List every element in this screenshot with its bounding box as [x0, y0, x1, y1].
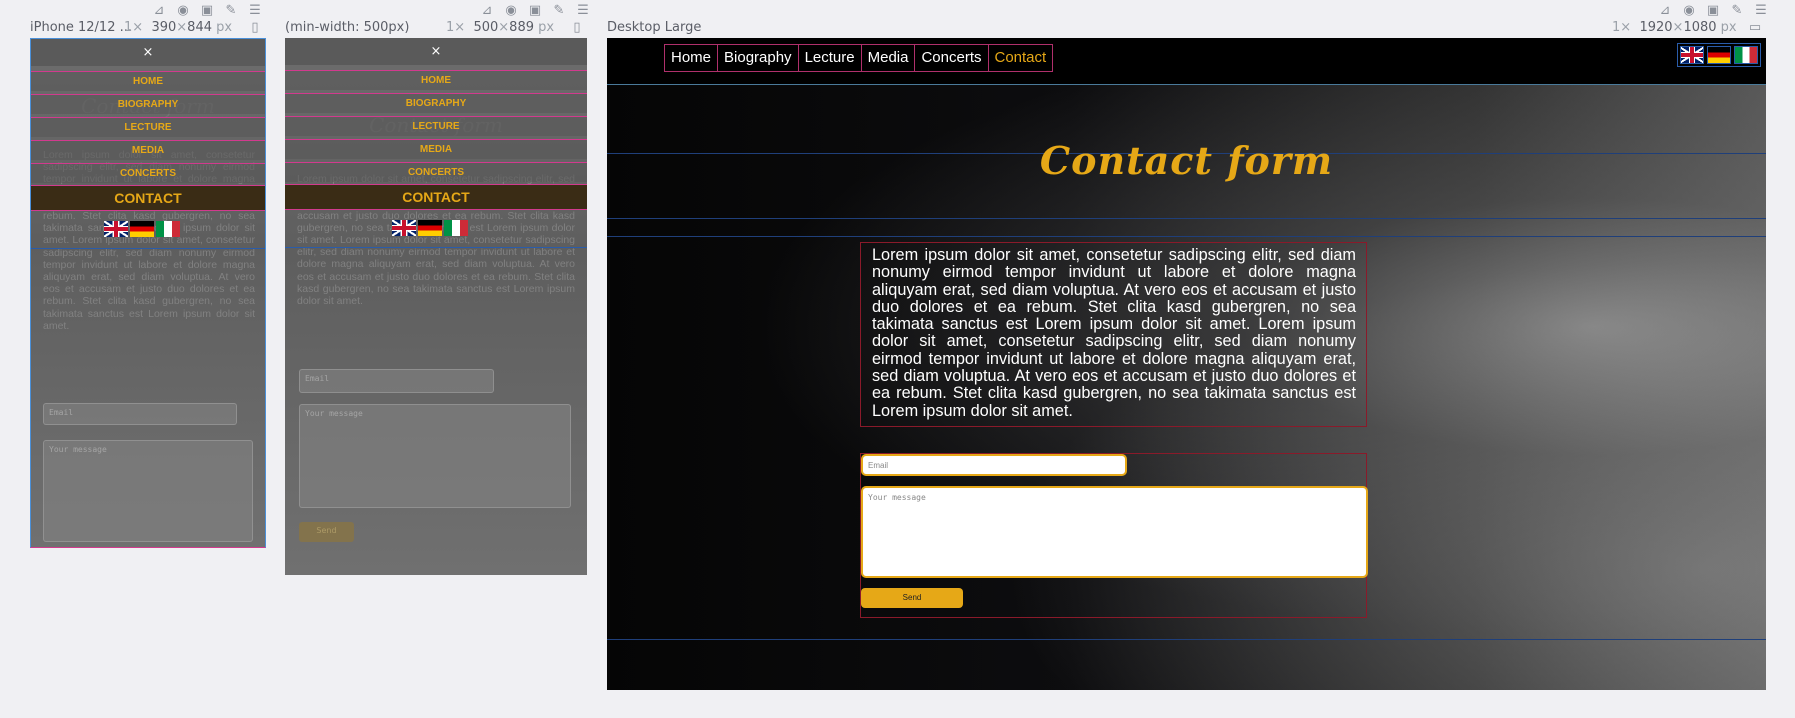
- desktop-viewport: Home Biography Lecture Media Concerts Co…: [607, 38, 1766, 690]
- guide-line: [607, 639, 1766, 640]
- inspect-icon[interactable]: ✎: [222, 3, 240, 18]
- frame-label-desktop: Desktop Large: [607, 20, 701, 35]
- german-flag-icon[interactable]: [418, 220, 442, 236]
- tablet-menu-item-lecture[interactable]: LECTURE: [285, 116, 587, 136]
- frame-label-mobile: iPhone 12/12 ...: [30, 20, 132, 35]
- guide-line: [607, 218, 1766, 219]
- frame-size-mobile: 1× 390×844 px: [124, 20, 233, 35]
- frame-orientation-mobile: ▯: [246, 20, 264, 35]
- ruler-icon[interactable]: ⊿: [150, 3, 168, 18]
- email-field[interactable]: Email: [861, 454, 1127, 476]
- mobile-language-switcher: [104, 221, 180, 237]
- tablet-language-switcher: [392, 220, 468, 236]
- frame-toolbar-mobile: ⊿ ◉ ▣ ✎ ☰: [150, 3, 264, 18]
- tablet-viewport: Contact form Lorem ipsum dolor sit amet,…: [285, 38, 587, 575]
- uk-flag-icon[interactable]: [104, 221, 128, 237]
- italian-flag-icon[interactable]: [156, 221, 180, 237]
- nav-item-concerts[interactable]: Concerts: [915, 45, 989, 71]
- camera-icon[interactable]: ◉: [1680, 3, 1698, 18]
- tablet-message-field[interactable]: Your message: [299, 404, 571, 508]
- guide-line: [607, 236, 1766, 237]
- frame-orientation-tablet: ▯: [568, 20, 586, 35]
- mobile-viewport: Contact form Lorem ipsum dolor sit amet,…: [30, 38, 266, 548]
- mobile-menu-item-media[interactable]: MEDIA: [31, 140, 265, 160]
- inspect-icon[interactable]: ✎: [1728, 3, 1746, 18]
- tablet-email-field[interactable]: Email: [299, 369, 494, 393]
- device-name: Desktop Large: [607, 20, 702, 35]
- mobile-menu-item-biography[interactable]: BIOGRAPHY: [31, 94, 265, 114]
- tablet-menu-item-home[interactable]: HOME: [285, 70, 587, 90]
- height-value: 844: [187, 20, 212, 35]
- nav-item-contact[interactable]: Contact: [989, 45, 1053, 71]
- image-icon[interactable]: ▣: [526, 3, 544, 18]
- italian-flag-icon[interactable]: [1734, 46, 1758, 64]
- ruler-icon[interactable]: ⊿: [478, 3, 496, 18]
- width-value: 390: [151, 20, 177, 35]
- main-nav: Home Biography Lecture Media Concerts Co…: [664, 44, 1054, 72]
- german-flag-icon[interactable]: [1707, 46, 1731, 64]
- frame-size-tablet: 1× 500×889 px: [446, 20, 555, 35]
- scale-value: 1×: [124, 20, 144, 35]
- italian-flag-icon[interactable]: [444, 220, 468, 236]
- guide-line: [285, 247, 587, 248]
- mobile-menu-item-lecture[interactable]: LECTURE: [31, 117, 265, 137]
- nav-item-biography[interactable]: Biography: [718, 45, 799, 71]
- rotate-icon[interactable]: ▯: [568, 20, 586, 35]
- frame-size-desktop: 1× 1920×1080 px: [1612, 20, 1737, 35]
- settings-icon[interactable]: ☰: [246, 3, 264, 18]
- width-value: 500: [473, 20, 499, 35]
- mobile-menu-item-contact[interactable]: CONTACT: [31, 185, 265, 211]
- frame-toolbar-tablet: ⊿ ◉ ▣ ✎ ☰: [478, 3, 592, 18]
- nav-item-lecture[interactable]: Lecture: [799, 45, 862, 71]
- settings-icon[interactable]: ☰: [574, 3, 592, 18]
- header-divider: [607, 84, 1766, 85]
- language-switcher: [1677, 43, 1761, 67]
- scale-value: 1×: [1612, 20, 1632, 35]
- height-value: 889: [509, 20, 534, 35]
- mobile-email-field[interactable]: Email: [43, 403, 237, 425]
- close-icon[interactable]: ×: [31, 39, 265, 66]
- device-name: iPhone 12/12 ...: [30, 20, 133, 35]
- ruler-icon[interactable]: ⊿: [1656, 3, 1674, 18]
- frame-toolbar-desktop: ⊿ ◉ ▣ ✎ ☰: [1656, 3, 1770, 18]
- frame-orientation-desktop: ▭: [1746, 20, 1764, 35]
- rotate-icon[interactable]: ▯: [246, 20, 264, 35]
- tablet-menu-item-contact[interactable]: CONTACT: [285, 184, 587, 210]
- guide-line: [31, 248, 265, 249]
- close-icon[interactable]: ×: [285, 38, 587, 65]
- camera-icon[interactable]: ◉: [502, 3, 520, 18]
- width-value: 1920: [1639, 20, 1673, 35]
- breakpoint-name: (min-width: 500px): [285, 20, 410, 35]
- uk-flag-icon[interactable]: [392, 220, 416, 236]
- image-icon[interactable]: ▣: [1704, 3, 1722, 18]
- unit-value: px: [538, 20, 555, 35]
- german-flag-icon[interactable]: [130, 221, 154, 237]
- image-icon[interactable]: ▣: [198, 3, 216, 18]
- tablet-send-button[interactable]: Send: [299, 522, 354, 542]
- height-value: 1080: [1683, 20, 1717, 35]
- camera-icon[interactable]: ◉: [174, 3, 192, 18]
- tablet-menu-item-biography[interactable]: BIOGRAPHY: [285, 93, 587, 113]
- send-button[interactable]: Send: [861, 588, 963, 608]
- uk-flag-icon[interactable]: [1680, 46, 1704, 64]
- nav-item-media[interactable]: Media: [862, 45, 916, 71]
- contact-form: Email Your message Send: [860, 453, 1368, 618]
- tablet-menu-item-concerts[interactable]: CONCERTS: [285, 162, 587, 182]
- scale-value: 1×: [446, 20, 466, 35]
- intro-text: Lorem ipsum dolor sit amet, consetetur s…: [860, 242, 1367, 427]
- mobile-menu-item-concerts[interactable]: CONCERTS: [31, 163, 265, 183]
- inspect-icon[interactable]: ✎: [550, 3, 568, 18]
- page-title: Contact form: [1039, 138, 1334, 183]
- mobile-menu-item-home[interactable]: HOME: [31, 71, 265, 91]
- tablet-menu-item-media[interactable]: MEDIA: [285, 139, 587, 159]
- settings-icon[interactable]: ☰: [1752, 3, 1770, 18]
- nav-item-home[interactable]: Home: [665, 45, 719, 71]
- mobile-message-field[interactable]: Your message: [43, 440, 253, 542]
- frame-label-tablet: (min-width: 500px): [285, 20, 409, 35]
- unit-value: px: [216, 20, 233, 35]
- rotate-icon[interactable]: ▭: [1746, 20, 1764, 35]
- message-field[interactable]: Your message: [861, 486, 1368, 578]
- unit-value: px: [1720, 20, 1737, 35]
